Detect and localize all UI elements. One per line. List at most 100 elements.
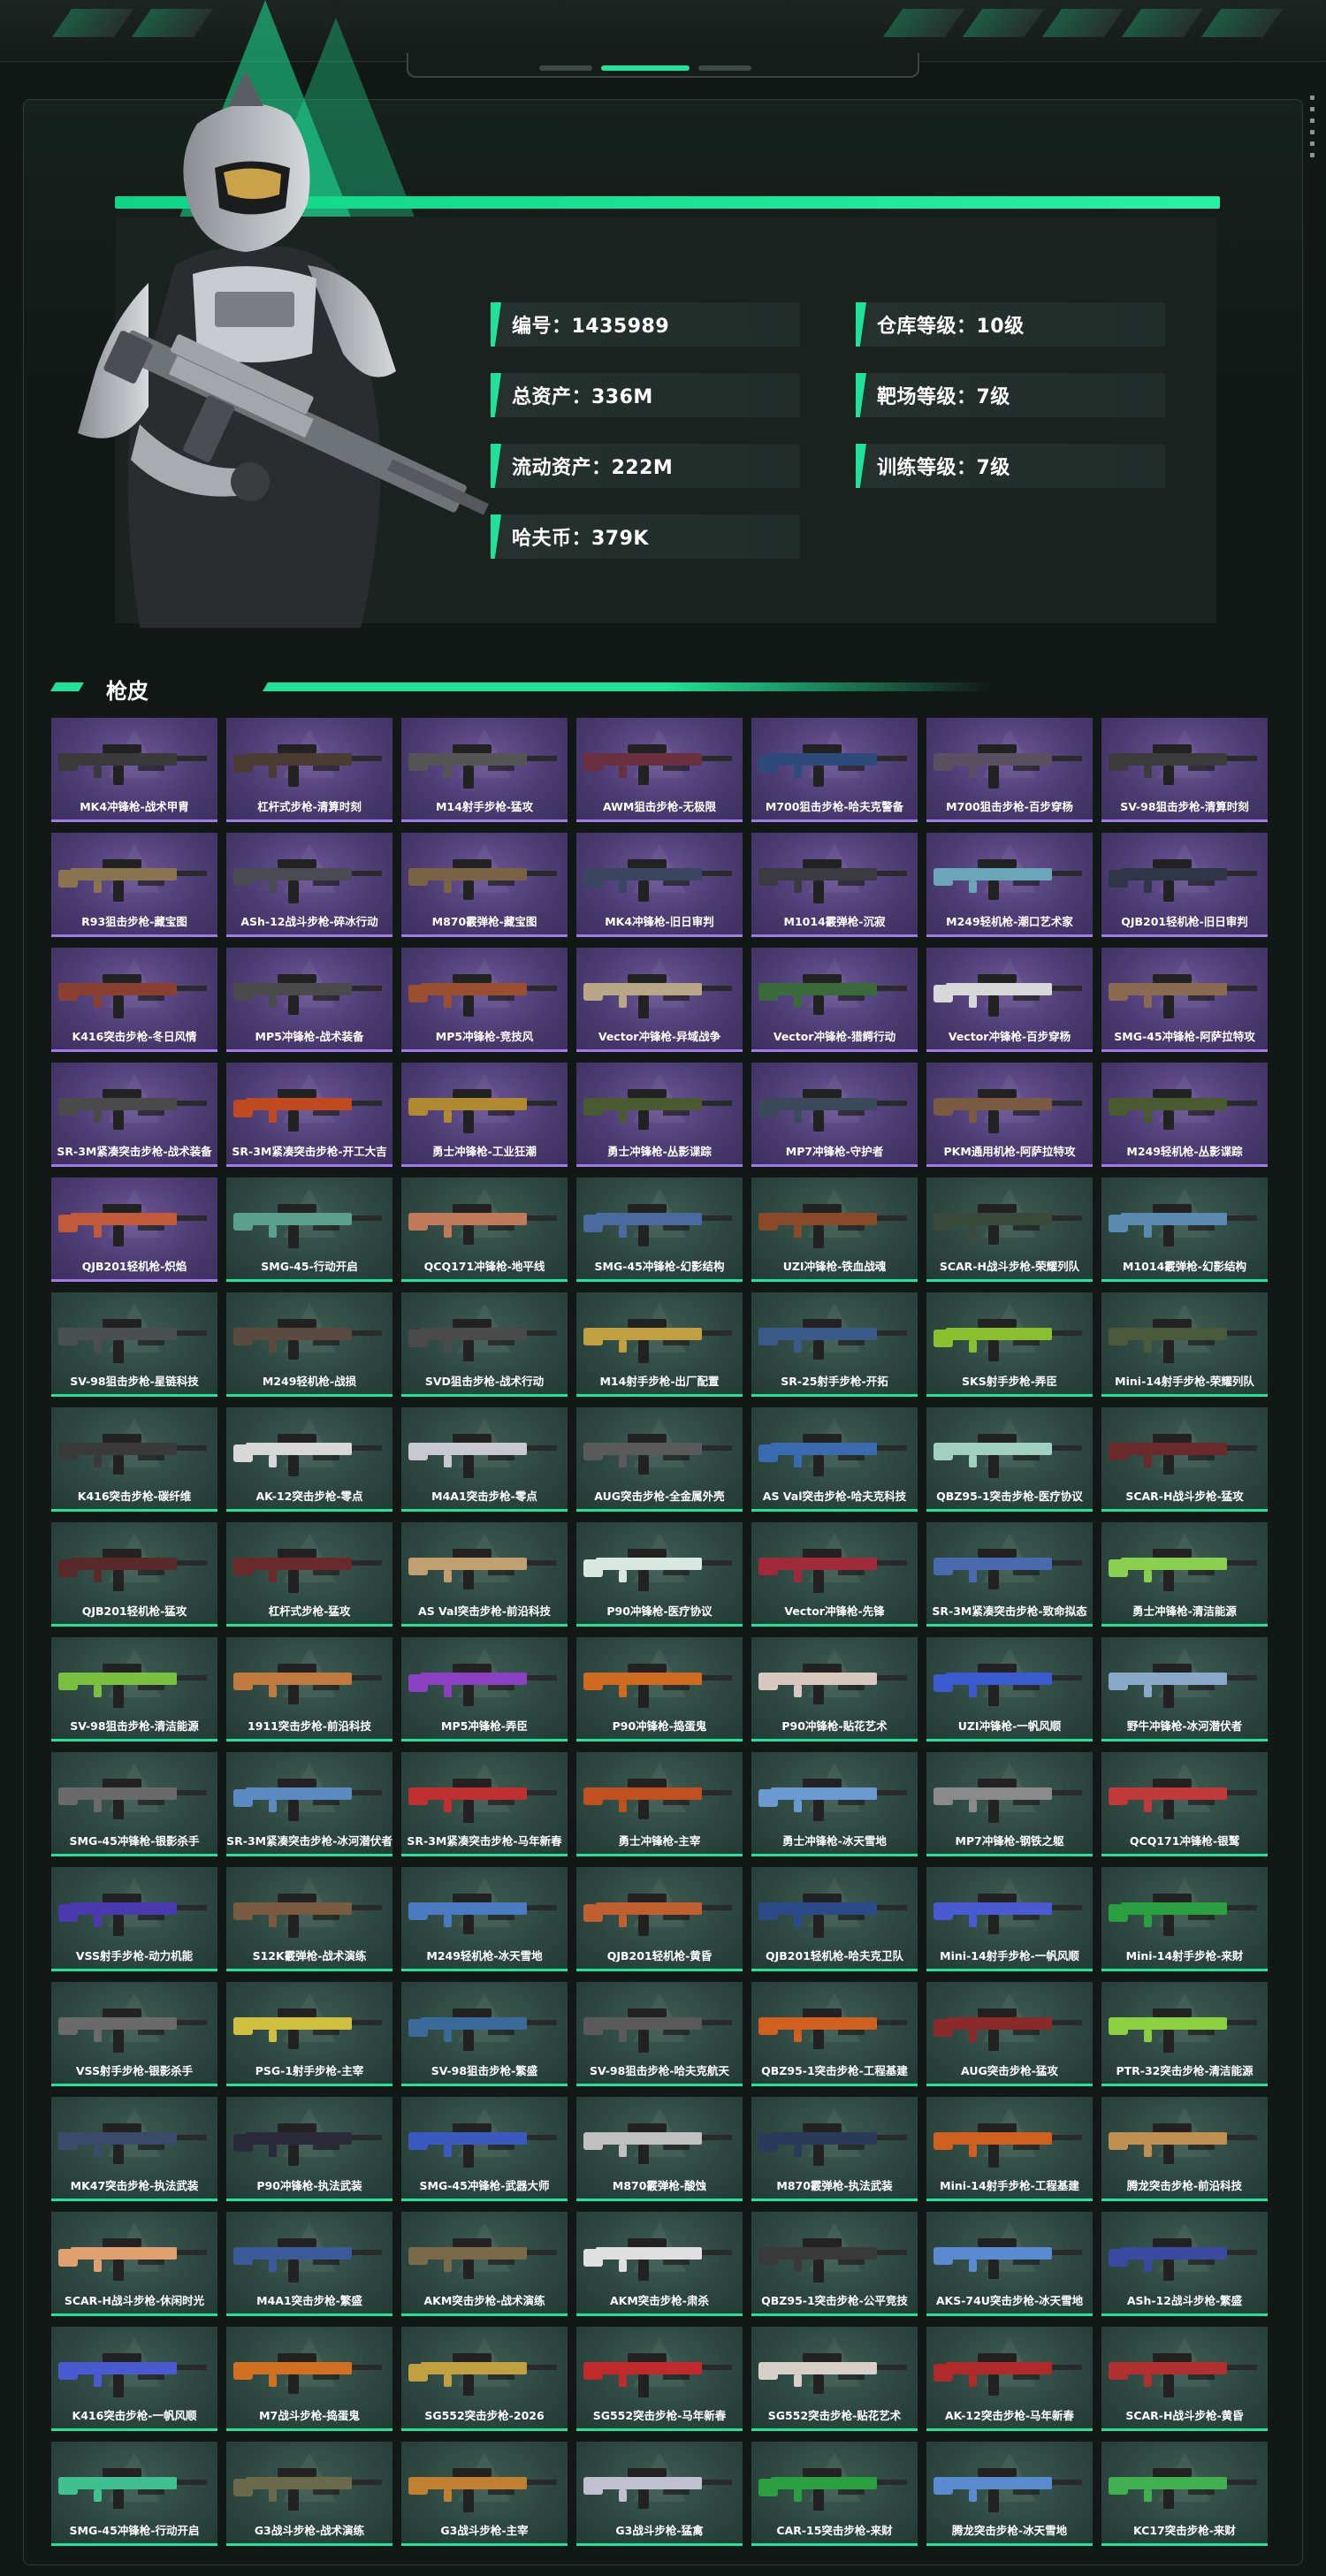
skin-card[interactable]: QJB201轻机枪-猛攻: [51, 1522, 217, 1627]
skin-card[interactable]: M700狙击步枪-百步穿杨: [926, 718, 1093, 822]
skin-card[interactable]: SG552突击步枪-马年新春: [576, 2327, 743, 2431]
skin-card[interactable]: AUG突击步枪-全金属外壳: [576, 1407, 743, 1512]
skin-card[interactable]: QBZ95-1突击步枪-公平竞技: [751, 2212, 918, 2316]
skin-card[interactable]: M14射手步枪-猛攻: [401, 718, 568, 822]
skin-card[interactable]: SCAR-H战斗步枪-黄昏: [1101, 2327, 1268, 2431]
skin-card[interactable]: MK4冲锋枪-旧日审判: [576, 833, 743, 937]
skin-card[interactable]: SG552突击步枪-2026: [401, 2327, 568, 2431]
skin-card[interactable]: M1014霰弹枪-幻影结构: [1101, 1177, 1268, 1282]
skin-card[interactable]: M14射手步枪-出厂配置: [576, 1292, 743, 1397]
skin-card[interactable]: SVD狙击步枪-战术行动: [401, 1292, 568, 1397]
skin-card[interactable]: QBZ95-1突击步枪-工程基建: [751, 1982, 918, 2086]
skin-card[interactable]: Mini-14射手步枪-工程基建: [926, 2097, 1093, 2201]
skin-card[interactable]: M249轻机枪-丛影谍踪: [1101, 1063, 1268, 1167]
skin-card[interactable]: 勇士冲锋枪-主宰: [576, 1752, 743, 1856]
skin-card[interactable]: SR-3M紧凑突击步枪-开工大吉: [226, 1063, 392, 1167]
skin-card[interactable]: SR-3M紧凑突击步枪-战术装备: [51, 1063, 217, 1167]
skin-card[interactable]: K416突击步枪-碳纤维: [51, 1407, 217, 1512]
skin-card[interactable]: ASh-12战斗步枪-繁盛: [1101, 2212, 1268, 2316]
skin-card[interactable]: Mini-14射手步枪-一帆风顺: [926, 1867, 1093, 1971]
skin-card[interactable]: AS Val突击步枪-前沿科技: [401, 1522, 568, 1627]
skin-card[interactable]: MP5冲锋枪-战术装备: [226, 948, 392, 1052]
skin-card[interactable]: SV-98狙击步枪-繁盛: [401, 1982, 568, 2086]
skin-card[interactable]: AUG突击步枪-猛攻: [926, 1982, 1093, 2086]
skin-card[interactable]: 野牛冲锋枪-冰河潜伏者: [1101, 1637, 1268, 1741]
skin-card[interactable]: SG552突击步枪-贴花艺术: [751, 2327, 918, 2431]
skin-card[interactable]: M249轻机枪-战损: [226, 1292, 392, 1397]
skin-card[interactable]: SMG-45冲锋枪-行动开启: [51, 2442, 217, 2546]
skin-card[interactable]: M870霰弹枪-酸蚀: [576, 2097, 743, 2201]
skin-card[interactable]: 杠杆式步枪-清算时刻: [226, 718, 392, 822]
skin-card[interactable]: VSS射手步枪-银影杀手: [51, 1982, 217, 2086]
skin-card[interactable]: G3战斗步枪-猛禽: [576, 2442, 743, 2546]
skin-card[interactable]: AKS-74U突击步枪-冰天雪地: [926, 2212, 1093, 2316]
skin-card[interactable]: AKM突击步枪-肃杀: [576, 2212, 743, 2316]
skin-card[interactable]: SCAR-H战斗步枪-猛攻: [1101, 1407, 1268, 1512]
skin-card[interactable]: QCQ171冲锋枪-地平线: [401, 1177, 568, 1282]
skin-card[interactable]: Vector冲锋枪-先锋: [751, 1522, 918, 1627]
skin-card[interactable]: CAR-15突击步枪-来财: [751, 2442, 918, 2546]
skin-card[interactable]: 腾龙突击步枪-前沿科技: [1101, 2097, 1268, 2201]
skin-card[interactable]: QJB201轻机枪-旧日审判: [1101, 833, 1268, 937]
skin-card[interactable]: 勇士冲锋枪-冰天雪地: [751, 1752, 918, 1856]
skin-card[interactable]: Vector冲锋枪-猎鳄行动: [751, 948, 918, 1052]
skin-card[interactable]: MK47突击步枪-执法武装: [51, 2097, 217, 2201]
skin-card[interactable]: MP5冲锋枪-弄臣: [401, 1637, 568, 1741]
skin-card[interactable]: QCQ171冲锋枪-银鹫: [1101, 1752, 1268, 1856]
skin-card[interactable]: ASh-12战斗步枪-碎冰行动: [226, 833, 392, 937]
skin-card[interactable]: PTR-32突击步枪-清洁能源: [1101, 1982, 1268, 2086]
skin-card[interactable]: SMG-45冲锋枪-阿萨拉特攻: [1101, 948, 1268, 1052]
skin-card[interactable]: SV-98狙击步枪-清算时刻: [1101, 718, 1268, 822]
skin-card[interactable]: G3战斗步枪-主宰: [401, 2442, 568, 2546]
skin-card[interactable]: 勇士冲锋枪-丛影谍踪: [576, 1063, 743, 1167]
skin-card[interactable]: Mini-14射手步枪-荣耀列队: [1101, 1292, 1268, 1397]
skin-card[interactable]: K416突击步枪-冬日风情: [51, 948, 217, 1052]
skin-card[interactable]: M1014霰弹枪-沉寂: [751, 833, 918, 937]
skin-card[interactable]: VSS射手步枪-动力机能: [51, 1867, 217, 1971]
skin-card[interactable]: M249轻机枪-潮口艺术家: [926, 833, 1093, 937]
skin-card[interactable]: SMG-45冲锋枪-武器大师: [401, 2097, 568, 2201]
skin-card[interactable]: SMG-45冲锋枪-幻影结构: [576, 1177, 743, 1282]
skin-card[interactable]: MP7冲锋枪-守护者: [751, 1063, 918, 1167]
skin-card[interactable]: UZI冲锋枪-铁血战魂: [751, 1177, 918, 1282]
skin-card[interactable]: SV-98狙击步枪-星链科技: [51, 1292, 217, 1397]
skin-card[interactable]: M4A1突击步枪-零点: [401, 1407, 568, 1512]
skin-card[interactable]: AK-12突击步枪-零点: [226, 1407, 392, 1512]
skin-card[interactable]: SCAR-H战斗步枪-休闲时光: [51, 2212, 217, 2316]
skin-card[interactable]: 勇士冲锋枪-工业狂潮: [401, 1063, 568, 1167]
skin-card[interactable]: SR-3M紧凑突击步枪-马年新春: [401, 1752, 568, 1856]
skin-card[interactable]: MK4冲锋枪-战术甲胄: [51, 718, 217, 822]
skin-card[interactable]: SR-3M紧凑突击步枪-致命拟态: [926, 1522, 1093, 1627]
skin-card[interactable]: SMG-45-行动开启: [226, 1177, 392, 1282]
skin-card[interactable]: MP7冲锋枪-钢铁之躯: [926, 1752, 1093, 1856]
skin-card[interactable]: M249轻机枪-冰天雪地: [401, 1867, 568, 1971]
skin-card[interactable]: AS Val突击步枪-哈夫克科技: [751, 1407, 918, 1512]
skin-card[interactable]: PKM通用机枪-阿萨拉特攻: [926, 1063, 1093, 1167]
skin-card[interactable]: SKS射手步枪-弄臣: [926, 1292, 1093, 1397]
skin-card[interactable]: QJB201轻机枪-哈夫克卫队: [751, 1867, 918, 1971]
skin-card[interactable]: UZI冲锋枪-一帆风顺: [926, 1637, 1093, 1741]
skin-card[interactable]: SMG-45冲锋枪-银影杀手: [51, 1752, 217, 1856]
skin-card[interactable]: QBZ95-1突击步枪-医疗协议: [926, 1407, 1093, 1512]
skin-card[interactable]: P90冲锋枪-医疗协议: [576, 1522, 743, 1627]
skin-card[interactable]: P90冲锋枪-捣蛋鬼: [576, 1637, 743, 1741]
skin-card[interactable]: M4A1突击步枪-繁盛: [226, 2212, 392, 2316]
skin-card[interactable]: Mini-14射手步枪-来财: [1101, 1867, 1268, 1971]
skin-card[interactable]: AK-12突击步枪-马年新春: [926, 2327, 1093, 2431]
skin-card[interactable]: QJB201轻机枪-炽焰: [51, 1177, 217, 1282]
skin-card[interactable]: 腾龙突击步枪-冰天雪地: [926, 2442, 1093, 2546]
skin-card[interactable]: SCAR-H战斗步枪-荣耀列队: [926, 1177, 1093, 1282]
skin-card[interactable]: K416突击步枪-一帆风顺: [51, 2327, 217, 2431]
skin-card[interactable]: SR-25射手步枪-开拓: [751, 1292, 918, 1397]
skin-card[interactable]: R93狙击步枪-藏宝图: [51, 833, 217, 937]
skin-card[interactable]: PSG-1射手步枪-主宰: [226, 1982, 392, 2086]
skin-card[interactable]: 1911突击步枪-前沿科技: [226, 1637, 392, 1741]
skin-card[interactable]: KC17突击步枪-来财: [1101, 2442, 1268, 2546]
skin-card[interactable]: QJB201轻机枪-黄昏: [576, 1867, 743, 1971]
skin-card[interactable]: SR-3M紧凑突击步枪-冰河潜伏者: [226, 1752, 392, 1856]
skin-card[interactable]: M870霰弹枪-藏宝图: [401, 833, 568, 937]
skin-card[interactable]: M700狙击步枪-哈夫克警备: [751, 718, 918, 822]
skin-card[interactable]: AWM狙击步枪-无极限: [576, 718, 743, 822]
skin-card[interactable]: P90冲锋枪-执法武装: [226, 2097, 392, 2201]
skin-card[interactable]: Vector冲锋枪-异域战争: [576, 948, 743, 1052]
